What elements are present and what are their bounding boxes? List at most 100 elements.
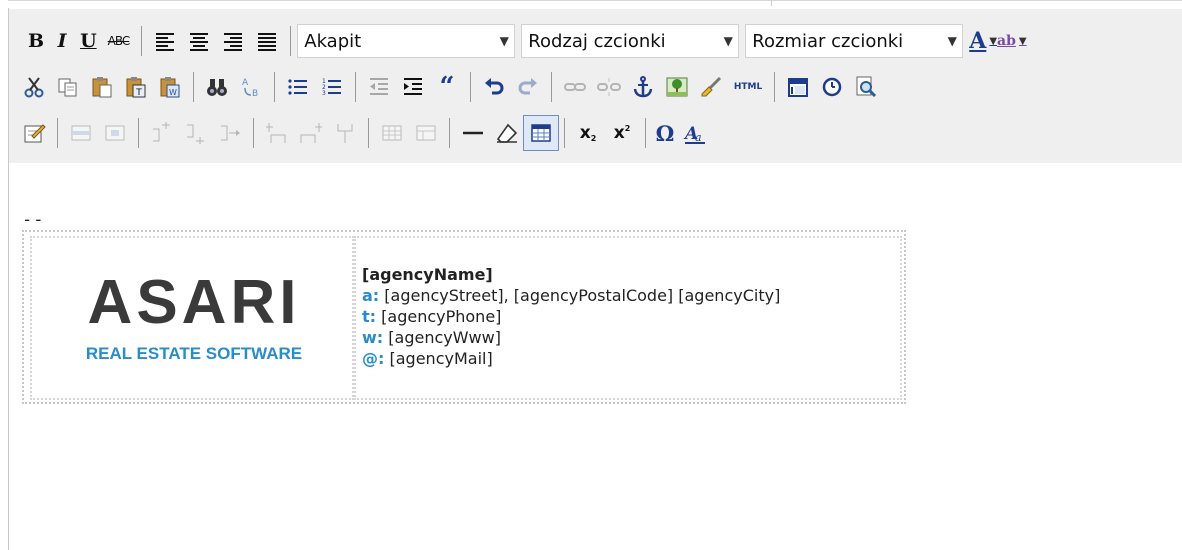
insert-time-button[interactable]: [815, 70, 849, 104]
align-right-icon: [224, 33, 243, 51]
insert-date-button[interactable]: [781, 70, 815, 104]
align-right-button[interactable]: [216, 24, 250, 58]
address-line: a: [agencyStreet], [agencyPostalCode] [a…: [362, 285, 780, 306]
numbered-list-icon: 123: [322, 78, 341, 97]
outdent-button[interactable]: [362, 70, 396, 104]
delete-column-icon: [337, 124, 353, 143]
toolbar-separator: [564, 118, 565, 148]
insert-row-before-button[interactable]: [145, 116, 179, 150]
replace-button[interactable]: AB: [234, 70, 268, 104]
mail-value: [agencyMail]: [389, 349, 493, 368]
toolbar-separator: [57, 118, 58, 148]
calendar-icon: [788, 78, 808, 97]
align-left-button[interactable]: [148, 24, 182, 58]
chevron-down-icon: ▼: [989, 35, 998, 47]
blockquote-button[interactable]: “: [430, 70, 464, 104]
row-properties-button[interactable]: [64, 116, 98, 150]
redo-icon: [518, 78, 537, 95]
contact-info-cell[interactable]: [agencyName] a: [agencyStreet], [agencyP…: [354, 236, 902, 400]
contact-info: [agencyName] a: [agencyStreet], [agencyP…: [362, 264, 780, 369]
unlink-button[interactable]: [592, 70, 626, 104]
link-button[interactable]: [558, 70, 592, 104]
toolbar-separator: [290, 26, 292, 56]
horizontal-rule-button[interactable]: [456, 116, 490, 150]
italic-button[interactable]: I: [49, 24, 75, 58]
split-cells-button[interactable]: [375, 116, 409, 150]
paste-text-button[interactable]: T: [119, 70, 153, 104]
align-center-button[interactable]: [182, 24, 216, 58]
bold-button[interactable]: B: [23, 24, 49, 58]
paste-button[interactable]: [85, 70, 119, 104]
insert-column-after-button[interactable]: [294, 116, 328, 150]
image-button[interactable]: [660, 70, 694, 104]
dropdown-arrow-icon: ▼: [947, 34, 957, 48]
anchor-icon: [633, 76, 653, 98]
html-source-button[interactable]: HTML: [728, 70, 768, 104]
insert-row-after-button[interactable]: [179, 116, 213, 150]
agency-name: [agencyName]: [362, 265, 493, 284]
brush-icon: [701, 76, 722, 97]
merge-cells-button[interactable]: [409, 116, 443, 150]
indent-button[interactable]: [396, 70, 430, 104]
toolbar-row-formatting: B I U ABC Akapit ▼ Rodzaj czcionki ▼ Roz…: [9, 19, 1027, 63]
cell-properties-button[interactable]: [98, 116, 132, 150]
omega-icon: Ω: [655, 120, 675, 146]
font-color-button[interactable]: A ▼: [969, 24, 997, 58]
mail-key: @:: [362, 349, 385, 368]
toolbar-separator: [470, 72, 471, 102]
signature-table[interactable]: ASARI REAL ESTATE SOFTWARE [agencyName] …: [22, 230, 906, 404]
phone-key: t:: [362, 307, 377, 326]
toolbar-row-edit: T W AB 123 “ HTML: [9, 65, 883, 109]
insert-column-before-icon: [266, 123, 286, 143]
remove-format-button[interactable]: [490, 116, 524, 150]
find-button[interactable]: [200, 70, 234, 104]
delete-column-button[interactable]: [328, 116, 362, 150]
unlink-icon: [597, 78, 621, 96]
delete-row-icon: [221, 125, 240, 141]
cut-button[interactable]: [17, 70, 51, 104]
logo-cell[interactable]: ASARI REAL ESTATE SOFTWARE: [30, 236, 354, 400]
preview-button[interactable]: [849, 70, 883, 104]
toolbar-separator: [368, 118, 369, 148]
style-icon: Aa: [683, 124, 705, 144]
insert-row-before-icon: [153, 122, 170, 142]
align-left-icon: [156, 33, 175, 51]
subscript-button[interactable]: x2: [571, 116, 605, 150]
font-size-select[interactable]: Rozmiar czcionki ▼: [745, 24, 964, 58]
anchor-button[interactable]: [626, 70, 660, 104]
edit-button[interactable]: [17, 116, 51, 150]
copy-icon: [58, 78, 77, 97]
strikethrough-button[interactable]: ABC: [102, 24, 136, 58]
superscript-icon: x: [613, 123, 625, 143]
toolbar-separator: [274, 72, 275, 102]
insert-table-button[interactable]: [523, 115, 559, 151]
redo-button[interactable]: [511, 70, 545, 104]
highlight-color-button[interactable]: ab ▼: [997, 24, 1027, 58]
bulleted-list-icon: [288, 79, 307, 95]
insert-column-before-button[interactable]: [260, 116, 294, 150]
numbered-list-button[interactable]: 123: [315, 70, 349, 104]
align-justify-button[interactable]: [250, 24, 284, 58]
paste-word-button[interactable]: W: [153, 70, 187, 104]
font-family-select[interactable]: Rodzaj czcionki ▼: [521, 24, 740, 58]
delete-row-button[interactable]: [213, 116, 247, 150]
table-icon: [531, 124, 551, 142]
link-icon: [564, 83, 586, 91]
editor-toolbar: B I U ABC Akapit ▼ Rodzaj czcionki ▼ Roz…: [9, 9, 1182, 163]
superscript-button[interactable]: x2: [605, 116, 639, 150]
horizontal-rule-icon: [463, 131, 483, 135]
bulleted-list-button[interactable]: [281, 70, 315, 104]
underline-button[interactable]: U: [75, 24, 102, 58]
undo-button[interactable]: [477, 70, 511, 104]
copy-button[interactable]: [51, 70, 85, 104]
asari-logo-tagline: REAL ESTATE SOFTWARE: [85, 344, 303, 363]
image-icon: [666, 77, 688, 97]
paragraph-format-select[interactable]: Akapit ▼: [297, 24, 516, 58]
eraser-icon: [496, 123, 518, 143]
highlight-color-icon: ab: [997, 33, 1016, 49]
clean-format-button[interactable]: [694, 70, 728, 104]
special-character-button[interactable]: Ω: [652, 116, 678, 150]
styles-button[interactable]: Aa: [678, 116, 712, 150]
toolbar-row-table: x2 x2 Ω Aa: [9, 111, 712, 155]
paragraph-format-value: Akapit: [304, 30, 362, 52]
